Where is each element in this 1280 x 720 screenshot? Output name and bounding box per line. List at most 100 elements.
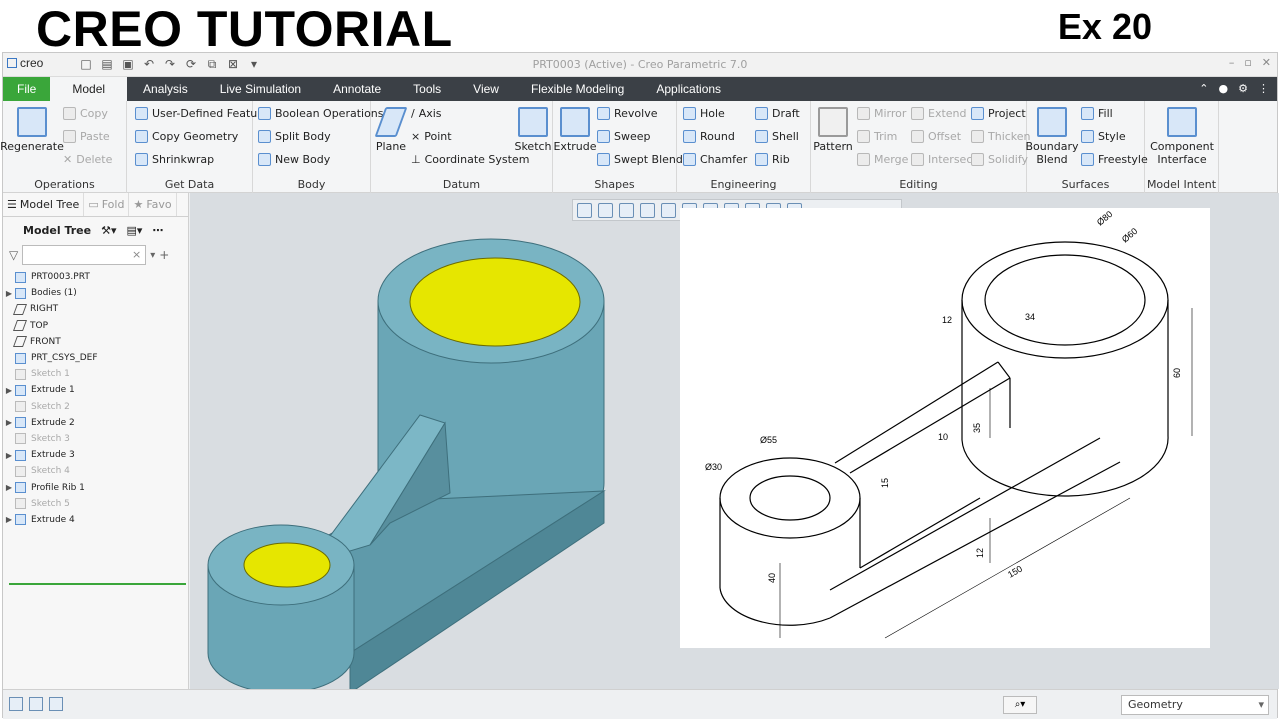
chamfer-button[interactable]: Chamfer xyxy=(683,153,747,166)
tab-view[interactable]: View xyxy=(457,77,515,101)
intersect-button[interactable]: Intersect xyxy=(911,153,977,166)
group-label-surfaces[interactable]: Surfaces xyxy=(1027,178,1144,191)
delete-button[interactable]: ✕ Delete xyxy=(63,153,112,166)
hole-button[interactable]: Hole xyxy=(683,107,725,120)
group-label-shapes[interactable]: Shapes xyxy=(553,178,676,191)
round-button[interactable]: Round xyxy=(683,130,735,143)
more-icon[interactable]: ⋮ xyxy=(1258,82,1269,95)
expand-arrow-icon[interactable]: ▶ xyxy=(3,418,15,427)
repaint-icon[interactable] xyxy=(640,202,655,218)
settings-icon[interactable]: ⚙ xyxy=(1238,82,1248,95)
tab-applications[interactable]: Applications xyxy=(640,77,737,101)
minimize-icon[interactable]: – xyxy=(1229,56,1235,69)
tree-columns-icon[interactable]: ▤▾ xyxy=(126,224,142,237)
tree-search-input[interactable]: × xyxy=(22,245,147,265)
add-filter-icon[interactable]: + xyxy=(159,248,169,262)
tree-show-icon[interactable]: ⋯ xyxy=(152,224,163,237)
tree-settings-icon[interactable]: ⚒▾ xyxy=(101,224,116,237)
tab-file[interactable]: File xyxy=(3,77,51,101)
refit-icon[interactable] xyxy=(577,202,592,218)
tree-item[interactable]: Sketch 4 xyxy=(3,463,188,479)
component-interface-button[interactable]: Component Interface xyxy=(1147,107,1217,166)
collapse-ribbon-icon[interactable]: ⌃ xyxy=(1199,82,1208,95)
expand-arrow-icon[interactable]: ▶ xyxy=(3,515,15,524)
boolean-operations-button[interactable]: Boolean Operations xyxy=(258,107,384,120)
clear-search-icon[interactable]: × xyxy=(132,248,141,261)
pattern-button[interactable]: Pattern xyxy=(813,107,853,153)
tree-item[interactable]: ▶ Extrude 4 xyxy=(3,512,188,528)
graphics-window[interactable]: Ø80 Ø60 12 34 60 35 10 15 Ø55 Ø30 40 12 … xyxy=(190,193,1279,689)
copy-geometry-button[interactable]: Copy Geometry xyxy=(135,130,238,143)
tree-item[interactable]: ▶ Extrude 2 xyxy=(3,415,188,431)
copy-button[interactable]: Copy xyxy=(63,107,108,120)
expand-arrow-icon[interactable]: ▶ xyxy=(3,289,15,298)
boundary-blend-button[interactable]: Boundary Blend xyxy=(1026,107,1079,166)
zoom-in-icon[interactable] xyxy=(598,202,613,218)
group-label-operations[interactable]: Operations xyxy=(3,178,126,191)
draft-button[interactable]: Draft xyxy=(755,107,800,120)
solidify-button[interactable]: Solidify xyxy=(971,153,1028,166)
tree-item[interactable]: Sketch 5 xyxy=(3,496,188,512)
project-button[interactable]: Project xyxy=(971,107,1026,120)
zoom-out-icon[interactable] xyxy=(619,202,634,218)
group-label-editing[interactable]: Editing xyxy=(811,178,1026,191)
tree-item[interactable]: PRT0003.PRT xyxy=(3,269,188,285)
tab-analysis[interactable]: Analysis xyxy=(127,77,204,101)
close-icon[interactable]: ✕ xyxy=(1262,56,1271,69)
browser-toggle-icon[interactable] xyxy=(29,697,43,711)
shrinkwrap-button[interactable]: Shrinkwrap xyxy=(135,153,214,166)
tab-folder-browser[interactable]: ▭ Fold xyxy=(84,193,130,216)
tree-item[interactable]: RIGHT xyxy=(3,301,188,317)
tree-item[interactable]: Sketch 3 xyxy=(3,431,188,447)
group-label-engineering[interactable]: Engineering xyxy=(677,178,810,191)
selection-filter-select[interactable]: Geometry ▾ xyxy=(1121,695,1269,715)
group-label-model-intent[interactable]: Model Intent xyxy=(1145,178,1218,191)
split-body-button[interactable]: Split Body xyxy=(258,130,331,143)
group-label-body[interactable]: Body xyxy=(253,178,370,191)
tree-item[interactable]: ▶ Profile Rib 1 xyxy=(3,479,188,495)
tab-flexible-modeling[interactable]: Flexible Modeling xyxy=(515,77,640,101)
merge-button[interactable]: Merge xyxy=(857,153,908,166)
tab-annotate[interactable]: Annotate xyxy=(317,77,397,101)
tree-item[interactable]: ▶ Extrude 1 xyxy=(3,382,188,398)
expand-arrow-icon[interactable]: ▶ xyxy=(3,386,15,395)
plane-button[interactable]: Plane xyxy=(373,107,409,153)
group-label-datum[interactable]: Datum xyxy=(371,178,552,191)
rib-button[interactable]: Rib xyxy=(755,153,790,166)
tree-item[interactable]: FRONT xyxy=(3,334,188,350)
revolve-button[interactable]: Revolve xyxy=(597,107,658,120)
shell-button[interactable]: Shell xyxy=(755,130,799,143)
tree-item[interactable]: Sketch 1 xyxy=(3,366,188,382)
tab-model[interactable]: Model xyxy=(50,77,128,101)
point-button[interactable]: × Point xyxy=(411,130,452,143)
trim-button[interactable]: Trim xyxy=(857,130,897,143)
mirror-button[interactable]: Mirror xyxy=(857,107,906,120)
view-manager-icon[interactable] xyxy=(661,202,676,218)
tree-item[interactable]: PRT_CSYS_DEF xyxy=(3,350,188,366)
tree-item[interactable]: Sketch 2 xyxy=(3,399,188,415)
fill-button[interactable]: Fill xyxy=(1081,107,1113,120)
maximize-icon[interactable]: ▫ xyxy=(1244,56,1251,69)
tab-favorites[interactable]: ★ Favo xyxy=(129,193,177,216)
tab-model-tree[interactable]: ☰ Model Tree xyxy=(3,193,85,216)
new-body-button[interactable]: New Body xyxy=(258,153,330,166)
sweep-button[interactable]: Sweep xyxy=(597,130,651,143)
filter-icon[interactable]: ▽ xyxy=(9,248,18,262)
style-button[interactable]: Style xyxy=(1081,130,1126,143)
group-label-get-data[interactable]: Get Data xyxy=(127,178,252,191)
expand-arrow-icon[interactable]: ▶ xyxy=(3,483,15,492)
find-button[interactable]: ⌕▾ xyxy=(1003,696,1037,714)
extrude-button[interactable]: Extrude xyxy=(553,107,597,153)
tree-item[interactable]: TOP xyxy=(3,318,188,334)
tab-tools[interactable]: Tools xyxy=(397,77,457,101)
regenerate-button[interactable]: Regenerate xyxy=(0,107,64,153)
offset-button[interactable]: Offset xyxy=(911,130,961,143)
paste-button[interactable]: Paste xyxy=(63,130,110,143)
thicken-button[interactable]: Thicken xyxy=(971,130,1031,143)
help-icon[interactable]: ● xyxy=(1219,82,1229,95)
search-dropdown-icon[interactable]: ▾ xyxy=(150,250,155,261)
fullscreen-icon[interactable] xyxy=(49,697,63,711)
navigator-toggle-icon[interactable] xyxy=(9,697,23,711)
freestyle-button[interactable]: Freestyle xyxy=(1081,153,1148,166)
sketch-button[interactable]: Sketch xyxy=(514,107,552,153)
